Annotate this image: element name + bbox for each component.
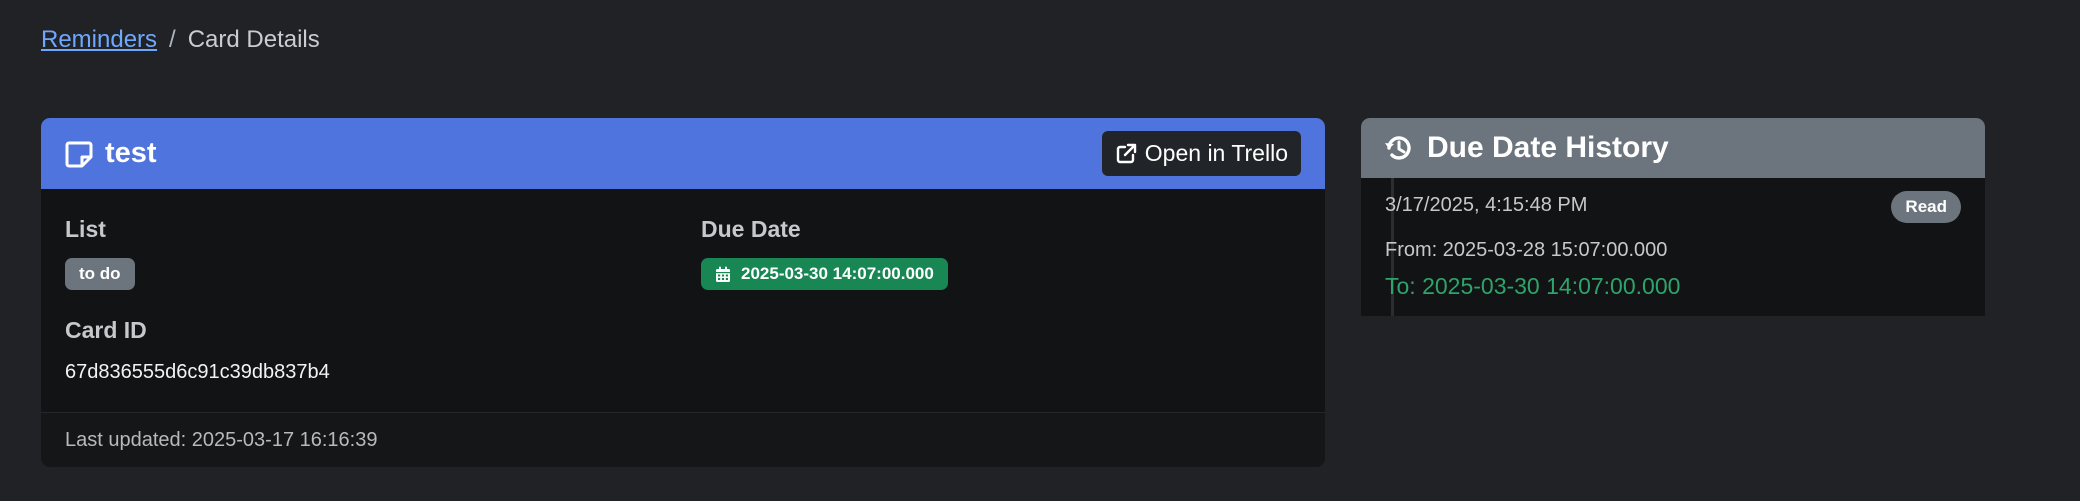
list-badge: to do [65, 258, 135, 290]
due-date-label: Due Date [701, 216, 801, 242]
card-header: test Open in Trello [41, 118, 1325, 189]
history-title: Due Date History [1427, 131, 1669, 164]
breadcrumb-current: Card Details [187, 26, 320, 53]
card-title: test [105, 137, 157, 169]
due-date-history-panel: Due Date History 3/17/2025, 4:15:48 PM R… [1361, 118, 1985, 316]
history-icon [1383, 132, 1415, 164]
card-footer: Last updated: 2025-03-17 16:16:39 [41, 412, 1325, 467]
open-in-trello-button[interactable]: Open in Trello [1101, 131, 1301, 176]
breadcrumb-link-reminders[interactable]: Reminders [41, 26, 157, 54]
history-header: Due Date History [1361, 118, 1985, 178]
calendar-icon [715, 266, 731, 283]
due-date-value: 2025-03-30 14:07:00.000 [741, 264, 934, 283]
last-updated-text: Last updated: 2025-03-17 16:16:39 [65, 428, 378, 451]
open-in-trello-label: Open in Trello [1144, 140, 1288, 166]
list-label: List [65, 216, 106, 242]
breadcrumb: Reminders / Card Details [41, 26, 320, 54]
card-id-value: 67d836555d6c91c39db837b4 [65, 361, 330, 383]
breadcrumb-separator: / [169, 26, 176, 53]
history-entry-to: To: 2025-03-30 14:07:00.000 [1385, 273, 1681, 299]
sticky-note-icon [65, 140, 93, 168]
history-entry-from: From: 2025-03-28 15:07:00.000 [1385, 239, 1668, 261]
history-entry-timestamp: 3/17/2025, 4:15:48 PM [1385, 194, 1588, 216]
card-id-label: Card ID [65, 317, 147, 343]
card-details-panel: test Open in Trello List to do Due Date [41, 118, 1325, 467]
due-date-badge: 2025-03-30 14:07:00.000 [701, 258, 948, 290]
external-link-icon [1115, 143, 1137, 165]
history-entry-status-badge: Read [1891, 191, 1961, 223]
